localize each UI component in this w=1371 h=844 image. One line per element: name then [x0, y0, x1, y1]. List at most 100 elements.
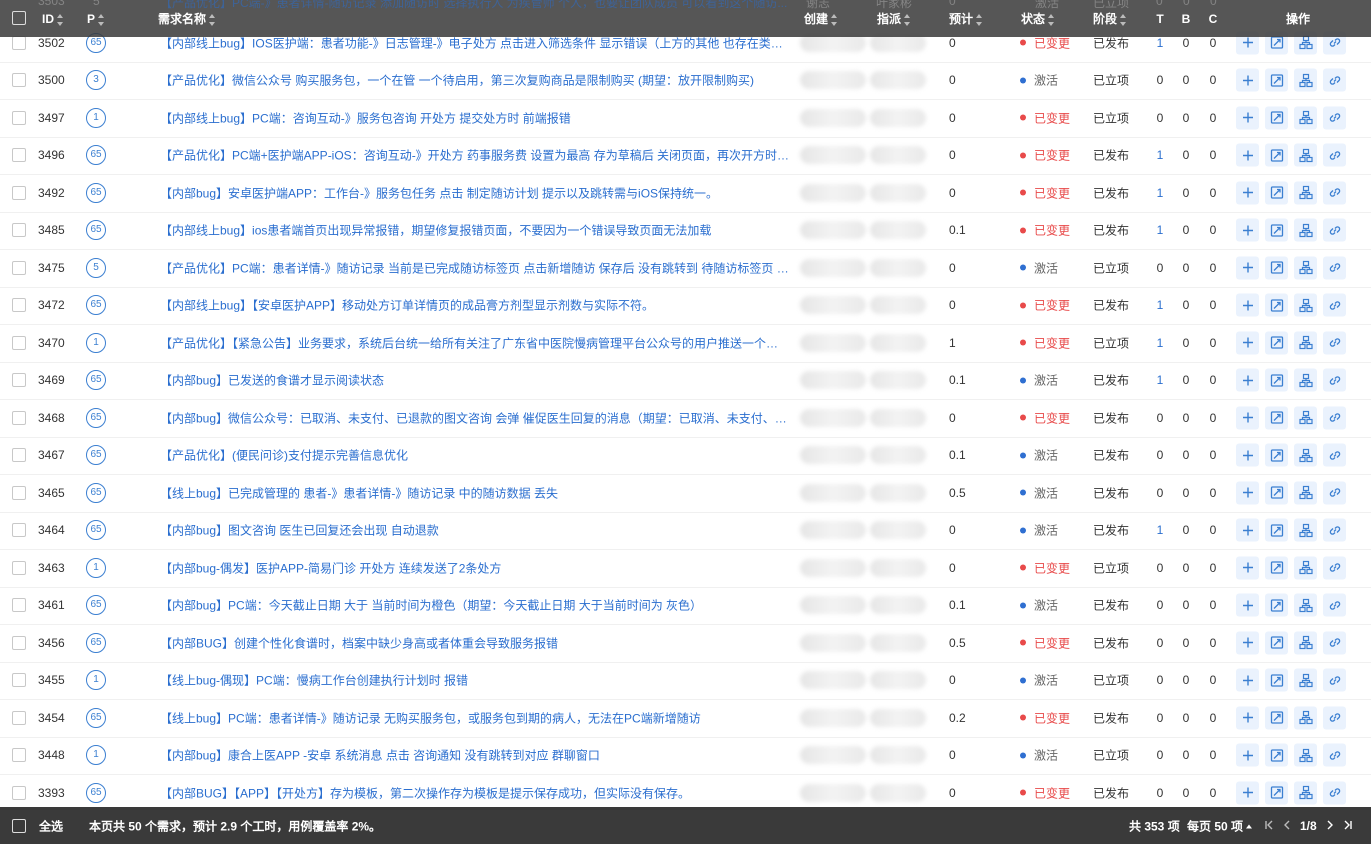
- row-checkbox[interactable]: [12, 785, 26, 800]
- row-checkbox[interactable]: [12, 485, 26, 500]
- plus-button[interactable]: [1236, 406, 1259, 430]
- table-row[interactable]: 3500 3 【产品优化】微信公众号 购买服务包，一个在管 一个待启用，第三次复购商…: [0, 62, 1371, 100]
- table-row[interactable]: 3492 65 【内部bug】安卓医护端APP：工作台-》服务包任务 点击 制定随访…: [0, 174, 1371, 213]
- row-title-link[interactable]: 【内部bug】康合上医APP -安卓 系统消息 点击 咨询通知 没有跳转到对应 …: [160, 747, 790, 764]
- row-title-link[interactable]: 【内部BUG】【APP】【开处方】存为模板，第二次操作存为模板是提示保存成功，但…: [160, 784, 790, 801]
- header-status[interactable]: 状态: [1021, 11, 1091, 27]
- plus-button[interactable]: [1236, 443, 1259, 467]
- sitemap-button[interactable]: [1294, 706, 1317, 730]
- row-title-link[interactable]: 【内部线上bug】PC端：咨询互动-》服务包咨询 开处方 提交处方时 前端报错: [160, 109, 790, 126]
- sitemap-button[interactable]: [1294, 143, 1317, 167]
- sitemap-button[interactable]: [1294, 256, 1317, 280]
- next-page-icon[interactable]: [1326, 819, 1334, 833]
- sitemap-button[interactable]: [1294, 518, 1317, 542]
- row-checkbox[interactable]: [12, 335, 26, 350]
- edit-split-button[interactable]: [1265, 256, 1288, 280]
- sitemap-button[interactable]: [1294, 218, 1317, 242]
- sitemap-button[interactable]: [1294, 481, 1317, 505]
- row-title-link[interactable]: 【内部bug】图文咨询 医生已回复还会出现 自动退款: [160, 522, 790, 539]
- plus-button[interactable]: [1236, 143, 1259, 167]
- sitemap-button[interactable]: [1294, 668, 1317, 692]
- row-checkbox[interactable]: [12, 523, 26, 538]
- row-title-link[interactable]: 【线上bug】已完成管理的 患者-》患者详情-》随访记录 中的随访数据 丢失: [160, 484, 790, 501]
- link-button[interactable]: [1323, 406, 1346, 430]
- row-task-count[interactable]: 1: [1154, 186, 1166, 200]
- row-title-link[interactable]: 【产品优化】PC端+医护端APP-iOS：咨询互动-》开处方 药事服务费 设置为…: [160, 147, 790, 164]
- header-id[interactable]: ID: [42, 11, 82, 27]
- header-assignee[interactable]: 指派: [877, 11, 933, 27]
- footer-select-all-label[interactable]: 全选: [39, 817, 63, 834]
- edit-split-button[interactable]: [1265, 143, 1288, 167]
- table-row[interactable]: 3475 5 【产品优化】PC端：患者详情-》随访记录 当前是已完成随访标签页 点击…: [0, 249, 1371, 288]
- edit-split-button[interactable]: [1265, 406, 1288, 430]
- sitemap-button[interactable]: [1294, 68, 1317, 92]
- table-row[interactable]: 3461 65 【内部bug】PC端：今天截止日期 大于 当前时间为橙色（期望：今天…: [0, 587, 1371, 625]
- header-priority[interactable]: P: [87, 11, 117, 27]
- plus-button[interactable]: [1236, 68, 1259, 92]
- table-row[interactable]: 3469 65 【内部bug】已发送的食谱才显示阅读状态 0.1 激活 已发布 1 0 0: [0, 362, 1371, 400]
- row-title-link[interactable]: 【内部bug】已发送的食谱才显示阅读状态: [160, 372, 790, 389]
- row-title-link[interactable]: 【内部线上bug】【安卓医护APP】移动处方订单详情页的成品膏方剂型显示剂数与实…: [160, 297, 790, 314]
- link-button[interactable]: [1323, 443, 1346, 467]
- link-button[interactable]: [1323, 706, 1346, 730]
- edit-split-button[interactable]: [1265, 331, 1288, 355]
- plus-button[interactable]: [1236, 556, 1259, 580]
- row-title-link[interactable]: 【内部bug】安卓医护端APP：工作台-》服务包任务 点击 制定随访计划 提示以…: [160, 184, 790, 201]
- sitemap-button[interactable]: [1294, 331, 1317, 355]
- table-row[interactable]: 3454 65 【线上bug】PC端：患者详情-》随访记录 无购买服务包，或服务包到…: [0, 699, 1371, 738]
- row-task-count[interactable]: 1: [1154, 523, 1166, 537]
- link-button[interactable]: [1323, 331, 1346, 355]
- row-checkbox[interactable]: [12, 748, 26, 763]
- link-button[interactable]: [1323, 143, 1346, 167]
- link-button[interactable]: [1323, 631, 1346, 655]
- table-row[interactable]: 3456 65 【内部BUG】创建个性化食谱时，档案中缺少身高或者体重会导致服务报错…: [0, 624, 1371, 663]
- sitemap-button[interactable]: [1294, 631, 1317, 655]
- row-checkbox[interactable]: [12, 260, 26, 275]
- row-checkbox[interactable]: [12, 298, 26, 313]
- edit-split-button[interactable]: [1265, 443, 1288, 467]
- row-checkbox[interactable]: [12, 635, 26, 650]
- header-stage[interactable]: 阶段: [1093, 11, 1143, 27]
- row-checkbox[interactable]: [12, 148, 26, 163]
- table-row[interactable]: 3464 65 【内部bug】图文咨询 医生已回复还会出现 自动退款 0 激活 已发布 1 0…: [0, 512, 1371, 550]
- edit-split-button[interactable]: [1265, 593, 1288, 617]
- sitemap-button[interactable]: [1294, 368, 1317, 392]
- edit-split-button[interactable]: [1265, 481, 1288, 505]
- table-row[interactable]: 3463 1 【内部bug-偶发】医护APP-简易门诊 开处方 连续发送了2条处方 0…: [0, 549, 1371, 588]
- sitemap-button[interactable]: [1294, 181, 1317, 205]
- plus-button[interactable]: [1236, 293, 1259, 317]
- table-row[interactable]: 3448 1 【内部bug】康合上医APP -安卓 系统消息 点击 咨询通知 没有跳…: [0, 737, 1371, 775]
- table-row[interactable]: 3468 65 【内部bug】微信公众号：已取消、未支付、已退款的图文咨询 会弹 催…: [0, 399, 1371, 438]
- link-button[interactable]: [1323, 481, 1346, 505]
- edit-split-button[interactable]: [1265, 218, 1288, 242]
- header-estimate[interactable]: 预计: [949, 11, 1009, 27]
- row-title-link[interactable]: 【内部bug】PC端：今天截止日期 大于 当前时间为橙色（期望：今天截止日期 大…: [160, 597, 790, 614]
- row-title-link[interactable]: 【线上bug-偶现】PC端：慢病工作台创建执行计划时 报错: [160, 672, 790, 689]
- edit-split-button[interactable]: [1265, 68, 1288, 92]
- table-row[interactable]: 3455 1 【线上bug-偶现】PC端：慢病工作台创建执行计划时 报错 0 激活 已立项…: [0, 662, 1371, 700]
- row-checkbox[interactable]: [12, 673, 26, 688]
- table-row[interactable]: 3485 65 【内部线上bug】ios患者端首页出现异常报错，期望修复报错页面，不…: [0, 212, 1371, 250]
- first-page-icon[interactable]: [1264, 819, 1274, 833]
- row-checkbox[interactable]: [12, 710, 26, 725]
- row-task-count[interactable]: 1: [1154, 223, 1166, 237]
- header-select-all-checkbox[interactable]: [12, 11, 26, 25]
- row-checkbox[interactable]: [12, 35, 26, 50]
- link-button[interactable]: [1323, 556, 1346, 580]
- table-row[interactable]: 3497 1 【内部线上bug】PC端：咨询互动-》服务包咨询 开处方 提交处方时 …: [0, 99, 1371, 138]
- row-checkbox[interactable]: [12, 373, 26, 388]
- table-row[interactable]: 3465 65 【线上bug】已完成管理的 患者-》患者详情-》随访记录 中的随访数…: [0, 474, 1371, 513]
- edit-split-button[interactable]: [1265, 668, 1288, 692]
- pagination-per-page[interactable]: 每页 50 项: [1187, 817, 1253, 834]
- row-title-link[interactable]: 【内部bug-偶发】医护APP-简易门诊 开处方 连续发送了2条处方: [160, 559, 790, 576]
- row-checkbox[interactable]: [12, 410, 26, 425]
- row-title-link[interactable]: 【内部线上bug】ios患者端首页出现异常报错，期望修复报错页面，不要因为一个错…: [160, 222, 790, 239]
- row-task-count[interactable]: 1: [1154, 298, 1166, 312]
- plus-button[interactable]: [1236, 106, 1259, 130]
- edit-split-button[interactable]: [1265, 518, 1288, 542]
- link-button[interactable]: [1323, 593, 1346, 617]
- edit-split-button[interactable]: [1265, 293, 1288, 317]
- plus-button[interactable]: [1236, 593, 1259, 617]
- link-button[interactable]: [1323, 68, 1346, 92]
- row-task-count[interactable]: 1: [1154, 336, 1166, 350]
